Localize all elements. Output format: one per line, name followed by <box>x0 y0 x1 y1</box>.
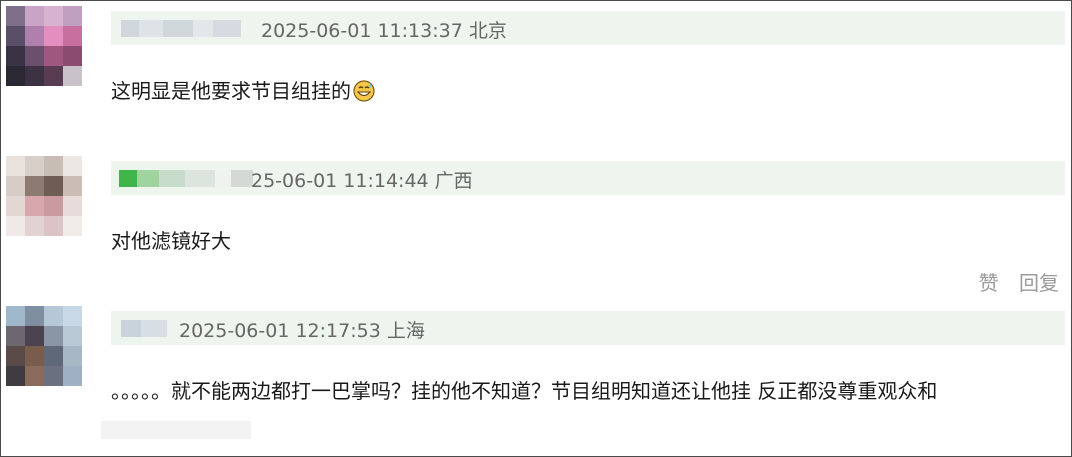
comment-body: 。。。。。就不能两边都打一巴掌吗？挂的他不知道？节目组明知道还让他挂 反正都没尊… <box>111 379 938 403</box>
user-avatar[interactable] <box>6 156 82 236</box>
comment-header: 25-06-01 11:14:44 广西 <box>111 161 1065 195</box>
like-button[interactable]: 赞 <box>979 271 999 295</box>
comment-meta: 25-06-01 11:14:44 广西 <box>251 170 473 192</box>
user-avatar[interactable] <box>6 306 82 386</box>
reply-button[interactable]: 回复 <box>1019 271 1059 295</box>
comment-meta: 2025-06-01 11:13:37 北京 <box>261 20 507 42</box>
comment-header: 2025-06-01 11:13:37 北京 <box>111 11 1065 45</box>
comment-list: 2025-06-01 11:13:37 北京 这明显是他要求节目组挂的 25-0… <box>0 0 1072 457</box>
username-blurred[interactable] <box>121 320 167 337</box>
grinning-sweat-emoji-icon <box>353 80 375 102</box>
username-blurred[interactable] <box>119 170 253 187</box>
cut-off-fade <box>101 421 251 439</box>
comment-meta: 2025-06-01 12:17:53 上海 <box>179 320 425 342</box>
comment-body: 对他滤镜好大 <box>111 229 231 253</box>
comment-actions: 赞 回复 <box>965 267 1059 296</box>
comment-body: 这明显是他要求节目组挂的 <box>111 79 351 103</box>
comment-text: 这明显是他要求节目组挂的 <box>111 75 375 104</box>
comment-header: 2025-06-01 12:17:53 上海 <box>111 311 1065 345</box>
username-blurred[interactable] <box>121 20 241 37</box>
user-avatar[interactable] <box>6 6 82 86</box>
